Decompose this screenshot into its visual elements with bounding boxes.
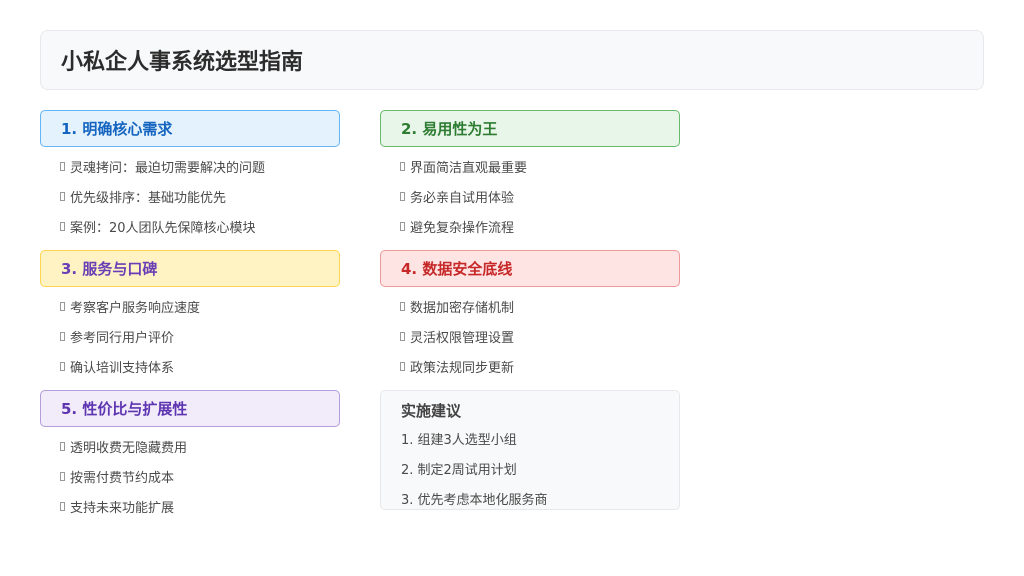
section-list: 界面简洁直观最重要 务必亲自试用体验 避免复杂操作流程 bbox=[380, 151, 680, 241]
tips-list: 1. 组建3人选型小组 2. 制定2周试用计划 3. 优先考虑本地化服务商 bbox=[401, 423, 659, 513]
list-item-text: 数据加密存储机制 bbox=[410, 300, 515, 316]
bullet-icon bbox=[60, 471, 65, 481]
list-item: 考察客户服务响应速度 bbox=[60, 291, 340, 321]
section-cost-scalability: 5. 性价比与扩展性 透明收费无隐藏费用 按需付费节约成本 支持未来功能扩展 bbox=[40, 390, 340, 521]
list-item-text: 考察客户服务响应速度 bbox=[70, 300, 201, 316]
bullet-icon bbox=[60, 331, 65, 341]
list-item: 务必亲自试用体验 bbox=[400, 181, 680, 211]
list-item-text: 灵魂拷问：最迫切需要解决的问题 bbox=[70, 160, 266, 176]
list-item-text: 政策法规同步更新 bbox=[410, 360, 515, 376]
section-list: 考察客户服务响应速度 参考同行用户评价 确认培训支持体系 bbox=[40, 291, 340, 381]
list-item: 按需付费节约成本 bbox=[60, 461, 340, 491]
tips-item: 3. 优先考虑本地化服务商 bbox=[401, 492, 548, 508]
list-item: 参考同行用户评价 bbox=[60, 321, 340, 351]
tips-title: 实施建议 bbox=[401, 401, 462, 420]
bullet-icon bbox=[60, 501, 65, 511]
title-bar: 小私企人事系统选型指南 bbox=[40, 30, 984, 90]
list-item-text: 案例：20人团队先保障核心模块 bbox=[70, 220, 256, 236]
bullet-icon bbox=[60, 361, 65, 371]
list-item: 透明收费无隐藏费用 bbox=[60, 431, 340, 461]
list-item-text: 优先级排序：基础功能优先 bbox=[70, 190, 227, 206]
section-core-needs: 1. 明确核心需求 灵魂拷问：最迫切需要解决的问题 优先级排序：基础功能优先 案… bbox=[40, 110, 340, 241]
section-header: 2. 易用性为王 bbox=[380, 110, 680, 147]
bullet-icon bbox=[60, 161, 65, 171]
list-item: 数据加密存储机制 bbox=[400, 291, 680, 321]
bullet-icon bbox=[400, 161, 405, 171]
list-item-text: 避免复杂操作流程 bbox=[410, 220, 515, 236]
bullet-icon bbox=[60, 441, 65, 451]
bullet-icon bbox=[60, 301, 65, 311]
bullet-icon bbox=[400, 331, 405, 341]
list-item-text: 支持未来功能扩展 bbox=[70, 500, 175, 516]
implementation-tips: 实施建议 1. 组建3人选型小组 2. 制定2周试用计划 3. 优先考虑本地化服… bbox=[380, 390, 680, 510]
section-usability: 2. 易用性为王 界面简洁直观最重要 务必亲自试用体验 避免复杂操作流程 bbox=[380, 110, 680, 241]
list-item: 支持未来功能扩展 bbox=[60, 491, 340, 521]
list-item-text: 按需付费节约成本 bbox=[70, 470, 175, 486]
section-list: 数据加密存储机制 灵活权限管理设置 政策法规同步更新 bbox=[380, 291, 680, 381]
bullet-icon bbox=[400, 191, 405, 201]
bullet-icon bbox=[60, 191, 65, 201]
list-item: 案例：20人团队先保障核心模块 bbox=[60, 211, 340, 241]
list-item: 优先级排序：基础功能优先 bbox=[60, 181, 340, 211]
list-item-text: 灵活权限管理设置 bbox=[410, 330, 515, 346]
list-item-text: 透明收费无隐藏费用 bbox=[70, 440, 188, 456]
bullet-icon bbox=[400, 221, 405, 231]
page-title: 小私企人事系统选型指南 bbox=[61, 50, 304, 75]
list-item: 确认培训支持体系 bbox=[60, 351, 340, 381]
section-list: 灵魂拷问：最迫切需要解决的问题 优先级排序：基础功能优先 案例：20人团队先保障… bbox=[40, 151, 340, 241]
bullet-icon bbox=[400, 361, 405, 371]
bullet-icon bbox=[60, 221, 65, 231]
list-item: 灵活权限管理设置 bbox=[400, 321, 680, 351]
list-item: 政策法规同步更新 bbox=[400, 351, 680, 381]
list-item: 避免复杂操作流程 bbox=[400, 211, 680, 241]
list-item-text: 参考同行用户评价 bbox=[70, 330, 175, 346]
section-header: 4. 数据安全底线 bbox=[380, 250, 680, 287]
list-item-text: 确认培训支持体系 bbox=[70, 360, 175, 376]
list-item-text: 务必亲自试用体验 bbox=[410, 190, 515, 206]
list-item: 界面简洁直观最重要 bbox=[400, 151, 680, 181]
bullet-icon bbox=[400, 301, 405, 311]
tips-item: 2. 制定2周试用计划 bbox=[401, 462, 517, 478]
section-list: 透明收费无隐藏费用 按需付费节约成本 支持未来功能扩展 bbox=[40, 431, 340, 521]
section-header: 5. 性价比与扩展性 bbox=[40, 390, 340, 427]
tips-item: 1. 组建3人选型小组 bbox=[401, 432, 517, 448]
section-service-reputation: 3. 服务与口碑 考察客户服务响应速度 参考同行用户评价 确认培训支持体系 bbox=[40, 250, 340, 381]
section-header: 1. 明确核心需求 bbox=[40, 110, 340, 147]
section-header: 3. 服务与口碑 bbox=[40, 250, 340, 287]
list-item: 灵魂拷问：最迫切需要解决的问题 bbox=[60, 151, 340, 181]
list-item-text: 界面简洁直观最重要 bbox=[410, 160, 528, 176]
section-data-security: 4. 数据安全底线 数据加密存储机制 灵活权限管理设置 政策法规同步更新 bbox=[380, 250, 680, 381]
